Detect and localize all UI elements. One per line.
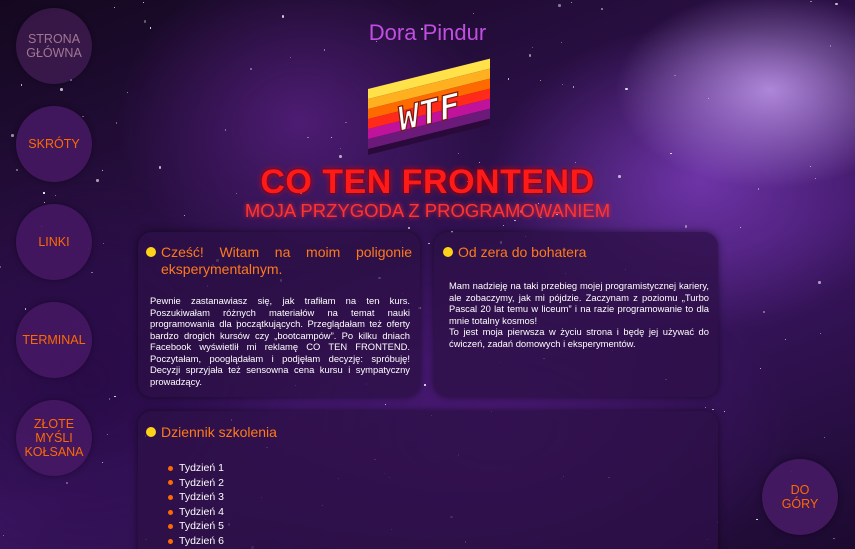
nav-shortcuts-label: SKRÓTY [28, 137, 80, 151]
nav-links-label: LINKI [38, 235, 70, 249]
star [25, 308, 27, 310]
week-link[interactable]: Tydzień 3 [168, 490, 224, 505]
star [756, 518, 758, 520]
star [570, 1, 572, 3]
journal-heading-text: Dziennik szkolenia [161, 424, 277, 440]
star [0, 266, 2, 268]
star [502, 224, 504, 226]
nav-quotes-button[interactable]: ZŁOTE MYŚLI KOŁSANA [16, 400, 92, 476]
star [723, 410, 725, 412]
star [281, 15, 285, 18]
star [573, 86, 575, 88]
star [103, 242, 105, 245]
author-name: Dora Pindur [368, 20, 487, 45]
star [739, 226, 742, 228]
week-link[interactable]: Tydzień 6 [168, 534, 224, 549]
star [60, 88, 63, 91]
star [670, 152, 672, 154]
star [424, 384, 426, 386]
hero-card: Od zera do bohatera Mam nadzieję na taki… [434, 232, 718, 397]
page-subtitle: MOJA PRZYGODA Z PROGRAMOWANIEM [244, 200, 611, 221]
star [339, 148, 341, 150]
star [407, 226, 411, 230]
week-link[interactable]: Tydzień 4 [168, 505, 224, 520]
star [823, 436, 826, 439]
star [114, 395, 116, 398]
star [428, 242, 430, 245]
hero-body-paragraph-1: Mam nadzieję na taki przebieg mojej prog… [449, 280, 709, 326]
journal-week-list: Tydzień 1 Tydzień 2 Tydzień 3 Tydzień 4 … [168, 461, 224, 549]
star [91, 271, 93, 273]
star [784, 338, 787, 340]
bullet-dot-icon [146, 427, 156, 437]
star [473, 13, 475, 15]
back-to-top-label: DO GÓRY [781, 483, 819, 511]
star [684, 225, 688, 228]
journal-heading: Dziennik szkolenia [146, 424, 277, 440]
star [558, 4, 561, 7]
back-to-top-button[interactable]: DO GÓRY [762, 459, 838, 535]
star [704, 406, 706, 408]
bullet-dot-icon [443, 247, 453, 257]
star [674, 74, 676, 76]
star [108, 398, 110, 400]
week-link[interactable]: Tydzień 5 [168, 519, 224, 534]
wtf-logo: WTF [368, 58, 490, 155]
star [532, 47, 534, 49]
star [561, 84, 564, 86]
week-link[interactable]: Tydzień 1 [168, 461, 224, 476]
star [810, 1, 812, 3]
star [508, 78, 510, 80]
hero-body-paragraph-2: To jest moja pierwsza w życiu strona i b… [449, 326, 709, 349]
hero-body: Mam nadzieję na taki przebieg mojej prog… [449, 280, 709, 349]
hero-heading: Od zera do bohatera [443, 244, 586, 260]
star [101, 462, 104, 464]
star [65, 481, 69, 485]
star [708, 97, 710, 99]
star [3, 535, 5, 537]
welcome-heading-text: Cześć! Witam na moim poligonie eksperyme… [161, 244, 412, 277]
star [114, 6, 116, 9]
star [818, 281, 821, 284]
star [331, 136, 333, 138]
star [225, 129, 227, 131]
star [762, 310, 766, 314]
star [307, 137, 309, 139]
bullet-dot-icon [146, 247, 156, 257]
journal-card: Dziennik szkolenia Tydzień 1 Tydzień 2 T… [138, 411, 718, 549]
star [339, 155, 342, 158]
star [82, 116, 84, 118]
week-link[interactable]: Tydzień 2 [168, 476, 224, 491]
welcome-body: Pewnie zastanawiasz się, jak trafiłam na… [150, 295, 410, 387]
star [142, 1, 144, 3]
star [11, 134, 14, 137]
star [712, 408, 714, 410]
star [289, 57, 292, 59]
star [539, 80, 541, 82]
star [835, 2, 838, 6]
star [126, 91, 128, 93]
star [759, 367, 761, 369]
welcome-card: Cześć! Witam na moim poligonie eksperyme… [138, 232, 420, 397]
star [116, 122, 118, 124]
nav-terminal-button[interactable]: TERMINAL [16, 302, 92, 378]
star [528, 54, 532, 57]
star [249, 67, 253, 71]
page-title: CO TEN FRONTEND [260, 163, 595, 201]
nav-terminal-label: TERMINAL [22, 333, 86, 347]
star [106, 433, 108, 436]
star [833, 538, 835, 540]
star [20, 84, 22, 86]
welcome-heading: Cześć! Witam na moim poligonie eksperyme… [146, 244, 412, 278]
hero-heading-text: Od zera do bohatera [458, 244, 587, 260]
star [324, 49, 326, 51]
star [820, 333, 822, 335]
star [625, 87, 628, 91]
star [345, 122, 347, 124]
star [600, 7, 604, 11]
star [385, 404, 387, 406]
nav-quotes-label: ZŁOTE MYŚLI KOŁSANA [24, 417, 84, 459]
